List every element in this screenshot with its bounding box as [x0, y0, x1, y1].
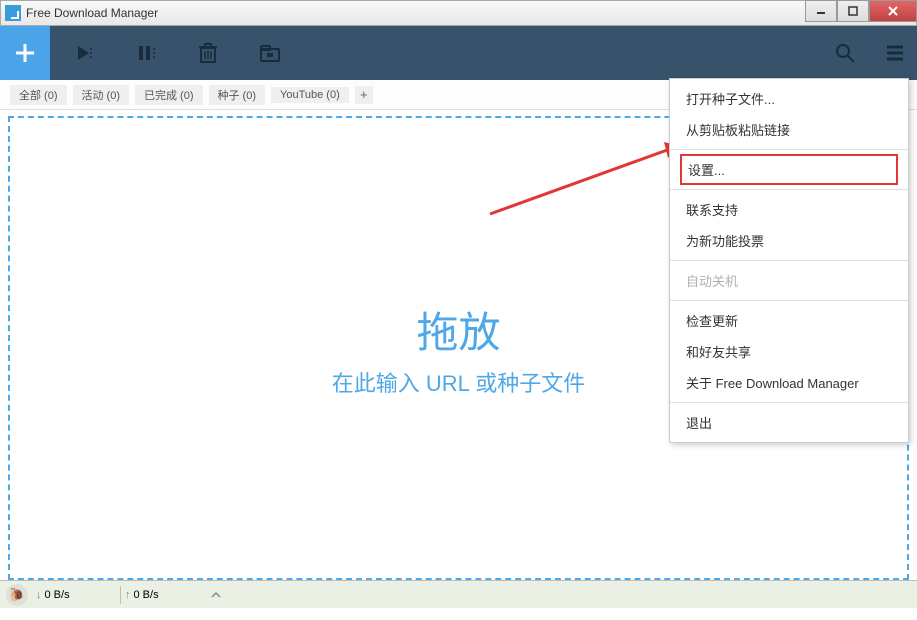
snail-mode-button[interactable]: 🐌	[6, 584, 28, 606]
download-arrow-icon: ↓	[36, 589, 42, 601]
status-expand-button[interactable]	[211, 591, 231, 599]
menu-auto-shutdown[interactable]: 自动关机	[670, 265, 908, 296]
statusbar: 🐌 ↓ 0 B/s ↑ 0 B/s	[0, 580, 917, 608]
menu-open-torrent[interactable]: 打开种子文件...	[670, 83, 908, 114]
hamburger-menu-button[interactable]	[873, 32, 917, 74]
tab-all[interactable]: 全部 (0)	[10, 85, 67, 105]
plus-icon	[13, 41, 37, 65]
trash-icon	[199, 43, 217, 63]
dropzone-title: 拖放	[416, 299, 500, 360]
menu-about[interactable]: 关于 Free Download Manager	[670, 367, 908, 398]
play-button[interactable]	[56, 32, 112, 74]
minimize-button[interactable]	[805, 0, 837, 22]
upload-speed[interactable]: ↑ 0 B/s	[125, 589, 205, 601]
titlebar: Free Download Manager	[0, 0, 917, 26]
dropzone-subtitle: 在此输入 URL 或种子文件	[332, 366, 585, 398]
folder-icon	[259, 44, 281, 62]
add-tab-button[interactable]: +	[355, 86, 373, 104]
window-title: Free Download Manager	[26, 6, 912, 20]
speed-separator	[120, 586, 121, 604]
download-speed-value: 0 B/s	[45, 589, 70, 601]
toolbar	[0, 26, 917, 80]
menu-separator	[670, 149, 908, 150]
window-controls	[805, 0, 917, 22]
upload-speed-value: 0 B/s	[134, 589, 159, 601]
tab-completed[interactable]: 已完成 (0)	[135, 85, 203, 105]
folder-button[interactable]	[242, 32, 298, 74]
play-icon	[74, 43, 94, 63]
menu-separator	[670, 300, 908, 301]
maximize-button[interactable]	[837, 0, 869, 22]
search-icon	[834, 42, 856, 64]
menu-exit[interactable]: 退出	[670, 407, 908, 438]
app-icon	[5, 5, 21, 21]
menu-separator	[670, 260, 908, 261]
maximize-icon	[848, 6, 858, 16]
menu-paste-clipboard[interactable]: 从剪贴板粘贴链接	[670, 114, 908, 145]
menu-contact-support[interactable]: 联系支持	[670, 194, 908, 225]
menu-vote-features[interactable]: 为新功能投票	[670, 225, 908, 256]
tab-active[interactable]: 活动 (0)	[73, 85, 130, 105]
hamburger-icon	[885, 44, 905, 62]
download-speed[interactable]: ↓ 0 B/s	[36, 589, 116, 601]
search-button[interactable]	[823, 32, 867, 74]
menu-separator	[670, 402, 908, 403]
close-button[interactable]	[869, 0, 917, 22]
chevron-up-icon	[211, 591, 221, 599]
minimize-icon	[816, 6, 826, 16]
menu-settings[interactable]: 设置...	[680, 154, 898, 185]
add-download-button[interactable]	[0, 26, 50, 80]
delete-button[interactable]	[180, 32, 236, 74]
main-menu: 打开种子文件... 从剪贴板粘贴链接 设置... 联系支持 为新功能投票 自动关…	[669, 78, 909, 443]
menu-separator	[670, 189, 908, 190]
tab-youtube[interactable]: YouTube (0)	[271, 87, 349, 103]
pause-button[interactable]	[118, 32, 174, 74]
close-icon	[887, 5, 899, 17]
upload-arrow-icon: ↑	[125, 589, 131, 601]
menu-share-friends[interactable]: 和好友共享	[670, 336, 908, 367]
menu-check-update[interactable]: 检查更新	[670, 305, 908, 336]
pause-icon	[136, 43, 156, 63]
tab-torrent[interactable]: 种子 (0)	[209, 85, 266, 105]
